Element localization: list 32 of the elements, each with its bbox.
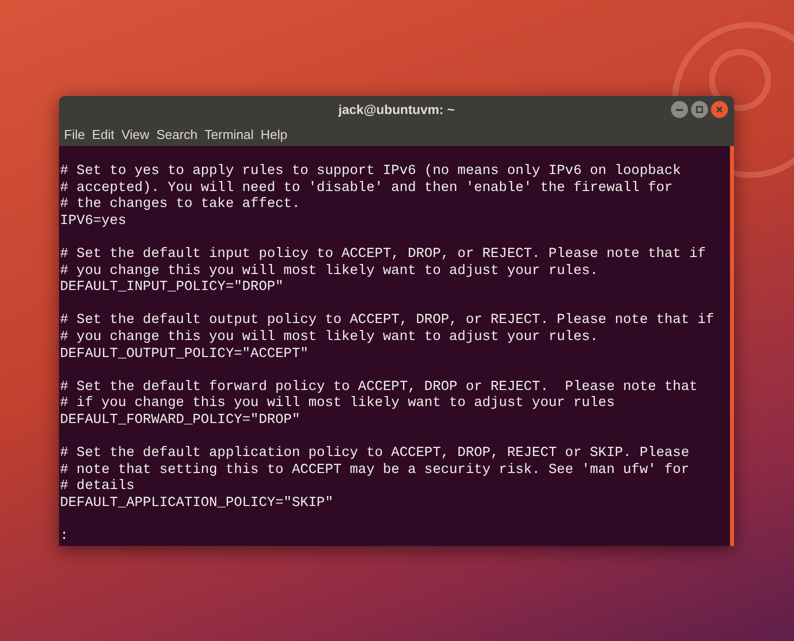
terminal-line: # Set to yes to apply rules to support IPv6 (no means only IPv6 on loopback	[60, 164, 682, 181]
terminal-line: # Set the default forward policy to ACCEPT, DROP or REJECT. Please note that	[60, 380, 699, 396]
minimize-button[interactable]	[671, 101, 688, 118]
menu-item[interactable]: Terminal	[202, 125, 257, 145]
terminal-line: DEFAULT_INPUT_POLICY="DROP"	[60, 280, 285, 297]
terminal-line: # Set the default application policy to ACCEPT, DROP, REJECT or SKIP. Please	[60, 446, 690, 463]
close-button[interactable]	[711, 101, 728, 118]
close-icon	[716, 106, 723, 113]
terminal-line: # if you change this you will most likely want to adjust your rules	[60, 396, 616, 413]
minimize-icon	[676, 108, 683, 110]
menu-item[interactable]: View	[118, 125, 152, 145]
menu-item[interactable]: File	[61, 125, 88, 145]
terminal-line: # you change this you will most likely want to adjust your rules.	[60, 264, 600, 280]
terminal-line: # the changes to take affect.	[60, 197, 302, 214]
pager-prompt: :	[60, 529, 70, 546]
terminal-line: # you change this you will most likely want to adjust your rules.	[60, 330, 600, 347]
maximize-icon	[696, 106, 703, 113]
menu-item[interactable]: Search	[153, 125, 201, 145]
terminal-line: # Set the default output policy to ACCEPT, DROP, or REJECT. Please note that if	[60, 313, 716, 330]
menu-item[interactable]: Help	[258, 125, 290, 145]
terminal-line: # details	[60, 479, 136, 496]
terminal-line: # Set the default input policy to ACCEPT, DROP, or REJECT. Please note that if	[60, 246, 707, 264]
terminal-line: IPV6=yes	[60, 214, 128, 230]
terminal-line: # note that setting this to ACCEPT may be a security risk. See 'man ufw' for	[60, 462, 690, 479]
window-title: jack@ubuntuvm: ~	[338, 101, 455, 120]
terminal-line: DEFAULT_OUTPUT_POLICY="ACCEPT"	[60, 346, 310, 364]
terminal-line: DEFAULT_APPLICATION_POLICY="SKIP"	[60, 496, 334, 512]
scrollbar[interactable]	[730, 146, 734, 546]
menu-item[interactable]: Edit	[88, 125, 118, 145]
terminal-line: DEFAULT_FORWARD_POLICY="DROP"	[60, 412, 302, 430]
terminal-line: # accepted). You will need to 'disable' and then 'enable' the firewall for	[60, 180, 674, 197]
maximize-button[interactable]	[691, 101, 708, 118]
